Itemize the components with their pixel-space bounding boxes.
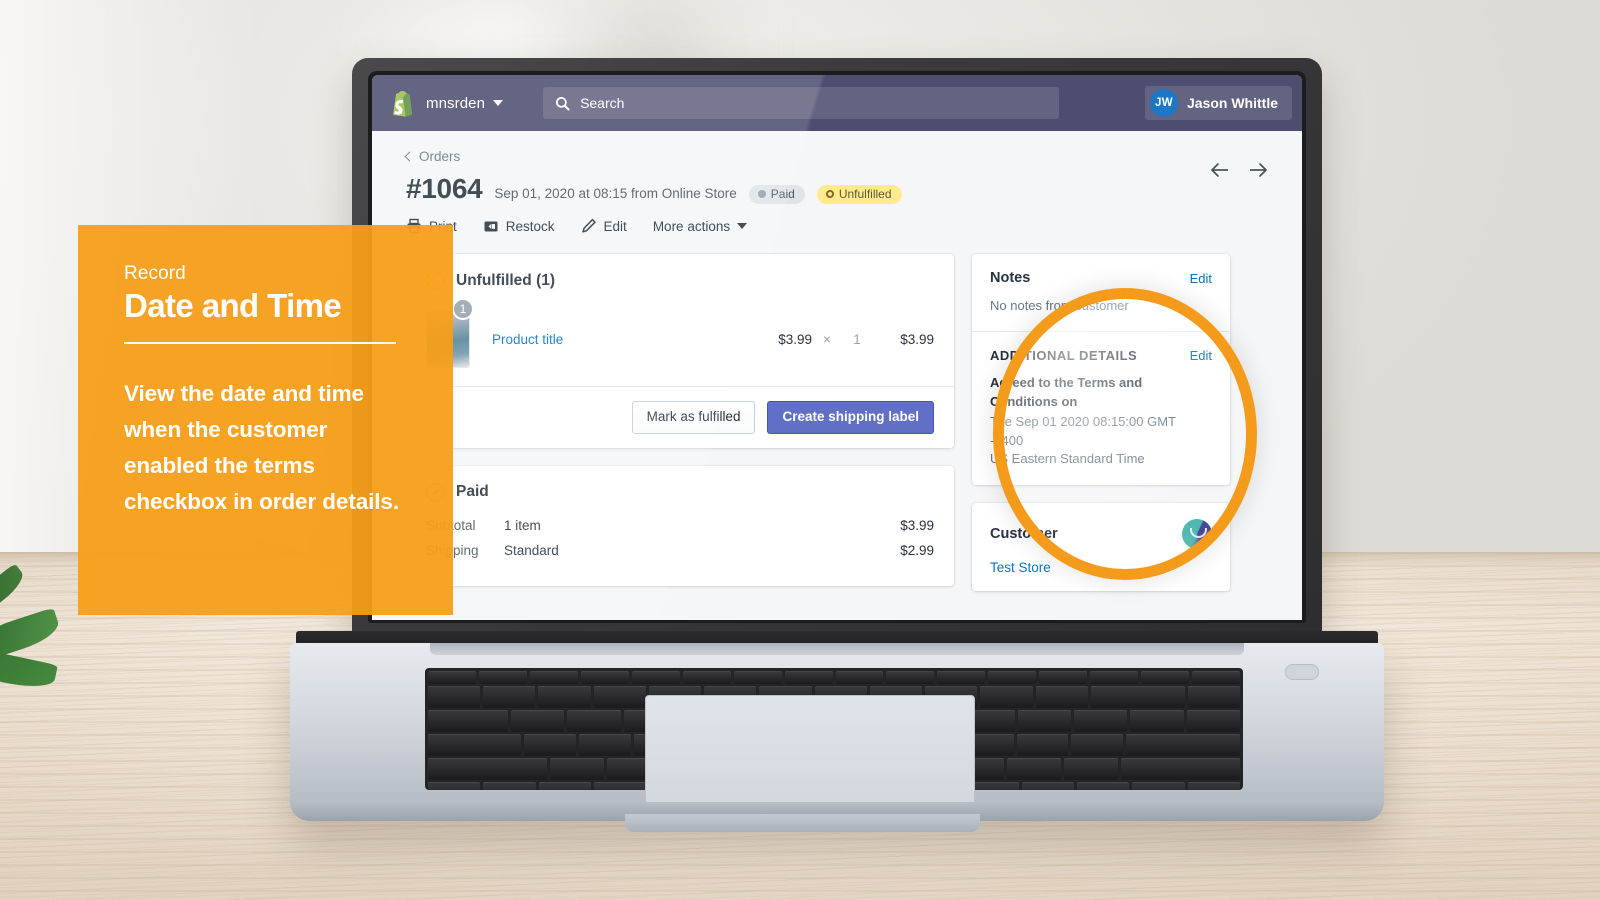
status-badge-unfulfilled-label: Unfulfilled bbox=[838, 187, 892, 201]
chevron-down-icon bbox=[737, 223, 748, 229]
product-title-link[interactable]: Product title bbox=[492, 332, 756, 347]
shopify-logo-icon bbox=[390, 89, 416, 117]
power-button[interactable] bbox=[1285, 664, 1319, 680]
restock-label: Restock bbox=[505, 218, 555, 234]
notes-body: No notes from customer bbox=[990, 298, 1129, 313]
arrow-left-icon[interactable] bbox=[1210, 161, 1230, 179]
status-dot-icon bbox=[757, 190, 766, 198]
search-icon bbox=[556, 96, 570, 110]
additional-details-edit-link[interactable]: Edit bbox=[1190, 348, 1212, 363]
line-item-multiplier: × bbox=[823, 331, 831, 347]
order-columns: Unfulfilled (1) 1 Product title $3.99 × bbox=[406, 254, 1268, 609]
line-item: 1 Product title $3.99 × 1 $3.99 bbox=[406, 298, 954, 386]
shipping-detail: Standard bbox=[504, 542, 559, 558]
status-badge-unfulfilled: Unfulfilled bbox=[816, 185, 902, 204]
create-shipping-label-button[interactable]: Create shipping label bbox=[767, 401, 934, 434]
app-topbar: mnsrden Search JW Jason Whittle bbox=[372, 75, 1302, 131]
subtotal-detail: 1 item bbox=[504, 517, 541, 533]
line-item-total: $3.99 bbox=[900, 331, 934, 347]
mark-as-fulfilled-button[interactable]: Mark as fulfilled bbox=[631, 401, 756, 434]
terms-timestamp-line2: US Eastern Standard Time bbox=[990, 451, 1145, 467]
terms-field-label: Agreed to the Terms and Conditions on bbox=[990, 375, 1143, 409]
edit-button[interactable]: Edit bbox=[581, 218, 627, 234]
avatar: JW bbox=[1149, 89, 1178, 117]
page-title: #1064 bbox=[406, 173, 483, 204]
quantity-badge: 1 bbox=[452, 298, 474, 320]
line-item-quantity: 1 bbox=[853, 331, 861, 347]
store-switcher[interactable]: mnsrden bbox=[426, 94, 504, 112]
customer-section: Customer Test Store bbox=[972, 503, 1230, 591]
unfulfilled-card: Unfulfilled (1) 1 Product title $3.99 × bbox=[406, 254, 954, 448]
paid-card-header: Paid bbox=[406, 466, 954, 512]
terms-timestamp-line1: Tue Sep 01 2020 08:15:00 GMT -0400 bbox=[990, 414, 1176, 448]
customer-card: Customer Test Store bbox=[972, 502, 1230, 591]
breadcrumb[interactable]: Orders bbox=[404, 149, 1210, 164]
unfulfilled-card-header: Unfulfilled (1) bbox=[406, 254, 954, 300]
table-row: Subtotal 1 item $3.99 bbox=[426, 518, 934, 533]
notes-details-card: Notes Edit No notes from customer ADDITI… bbox=[972, 254, 1230, 485]
additional-details-heading: ADDITIONAL DETAILS bbox=[990, 348, 1138, 364]
notes-edit-link[interactable]: Edit bbox=[1190, 271, 1212, 286]
line-item-unit-price: $3.99 bbox=[778, 331, 812, 347]
restock-icon bbox=[484, 221, 498, 232]
chevron-down-icon bbox=[493, 100, 504, 106]
search-input[interactable]: Search bbox=[543, 87, 1060, 119]
user-menu[interactable]: JW Jason Whittle bbox=[1144, 86, 1292, 120]
status-badge-paid-label: Paid bbox=[770, 187, 795, 201]
record-pagination bbox=[1210, 149, 1268, 179]
customer-avatar-icon bbox=[1182, 518, 1212, 549]
laptop-trackpad bbox=[645, 695, 975, 805]
additional-details-body: Agreed to the Terms and Conditions on Tu… bbox=[990, 374, 1212, 468]
notes-heading: Notes bbox=[990, 270, 1031, 286]
callout-kicker: Record bbox=[124, 263, 186, 284]
status-badge-paid: Paid bbox=[748, 185, 805, 204]
user-name-label: Jason Whittle bbox=[1186, 95, 1278, 111]
subtotal-amount: $3.99 bbox=[900, 517, 934, 533]
unfulfilled-card-title: Unfulfilled (1) bbox=[456, 271, 556, 289]
shipping-amount: $2.99 bbox=[900, 542, 934, 558]
order-side-column: Notes Edit No notes from customer ADDITI… bbox=[972, 254, 1230, 609]
customer-heading: Customer bbox=[990, 525, 1058, 542]
notes-section: Notes Edit No notes from customer bbox=[972, 254, 1230, 331]
search-placeholder-label: Search bbox=[580, 95, 625, 111]
arrow-right-icon[interactable] bbox=[1248, 161, 1268, 179]
paid-card-title: Paid bbox=[456, 483, 489, 501]
customer-header: Customer bbox=[990, 518, 1212, 549]
chevron-left-icon bbox=[404, 151, 415, 161]
pencil-icon bbox=[581, 218, 596, 233]
additional-details-header: ADDITIONAL DETAILS Edit bbox=[990, 348, 1212, 363]
restock-button[interactable]: Restock bbox=[483, 218, 555, 234]
additional-details-section: ADDITIONAL DETAILS Edit Agreed to the Te… bbox=[972, 331, 1230, 484]
status-ring-icon bbox=[825, 190, 834, 198]
paid-card: Paid Subtotal 1 item $3.99 Shipping bbox=[406, 465, 954, 586]
order-action-bar: Print Restock Edit bbox=[406, 218, 1268, 234]
callout-divider bbox=[124, 342, 396, 344]
order-totals: Subtotal 1 item $3.99 Shipping Standard … bbox=[406, 512, 954, 586]
order-detail-page: Orders #1064 Sep 01, 2020 at 08:15 from … bbox=[372, 131, 1302, 620]
laptop-base-notch bbox=[625, 814, 980, 832]
edit-label: Edit bbox=[603, 218, 627, 234]
table-row: Shipping Standard $2.99 bbox=[426, 543, 934, 558]
more-actions-button[interactable]: More actions bbox=[652, 218, 748, 234]
breadcrumb-label: Orders bbox=[419, 149, 461, 164]
store-name-label: mnsrden bbox=[426, 94, 486, 112]
order-meta-label: Sep 01, 2020 at 08:15 from Online Store bbox=[494, 186, 737, 201]
customer-name-link[interactable]: Test Store bbox=[990, 560, 1212, 575]
callout-panel: Record Date and Time View the date and t… bbox=[78, 225, 453, 615]
notes-header: Notes Edit bbox=[990, 270, 1212, 286]
scene-photo-background: mnsrden Search JW Jason Whittle Orders #… bbox=[0, 0, 1600, 900]
order-main-column: Unfulfilled (1) 1 Product title $3.99 × bbox=[406, 254, 954, 609]
more-actions-label: More actions bbox=[652, 218, 731, 234]
unfulfilled-card-footer: Mark as fulfilled Create shipping label bbox=[406, 386, 954, 448]
callout-body: View the date and time when the customer… bbox=[124, 381, 399, 514]
page-title-row: #1064 Sep 01, 2020 at 08:15 from Online … bbox=[406, 173, 1210, 205]
callout-title: Date and Time bbox=[124, 287, 342, 324]
laptop-screen: mnsrden Search JW Jason Whittle Orders #… bbox=[372, 75, 1302, 620]
laptop-hinge bbox=[430, 643, 1244, 655]
